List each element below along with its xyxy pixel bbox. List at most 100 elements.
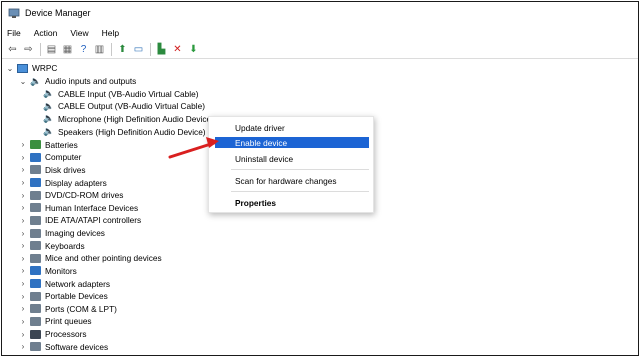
tree-item-label: CABLE Input (VB-Audio Virtual Cable) [58,88,199,99]
expand-chevron-icon[interactable]: › [19,216,27,225]
tree-item-label: Software devices [45,341,109,352]
enable-device-icon[interactable]: ▙ [155,43,168,56]
tree-item-label: Mice and other pointing devices [45,253,162,264]
menu-file[interactable]: File [7,28,21,38]
expand-chevron-icon[interactable]: › [19,317,27,326]
tree-item-label: WRPC [32,63,58,74]
update-driver-icon[interactable]: ⬆ [116,43,129,56]
tree-category[interactable]: › Batteries [19,139,78,152]
menu-bar: File Action View Help [2,25,638,40]
menu-properties[interactable]: Properties [215,197,369,208]
tree-root-wrpc[interactable]: ⌄ WRPC [6,62,58,75]
expand-chevron-icon[interactable]: › [19,279,27,288]
computer-icon [17,63,28,73]
tree-category[interactable]: › Processors [19,328,87,341]
expand-chevron-icon[interactable]: › [19,254,27,263]
tree-item-label: Network adapters [45,278,111,289]
tree-item-label: DVD/CD-ROM drives [45,190,124,201]
menu-enable-device[interactable]: Enable device [215,137,369,148]
forward-icon[interactable]: ⇨ [22,43,35,56]
tree-category[interactable]: › IDE ATA/ATAPI controllers [19,214,142,227]
tree-group-audio[interactable]: ⌄ 🔈 Audio inputs and outputs [19,75,137,88]
device-manager-icon [8,8,20,18]
ide-controller-icon [30,215,41,225]
tree-item-label: Keyboards [45,240,85,251]
speaker-icon: 🔈 [43,113,55,124]
back-icon[interactable]: ⇦ [6,43,19,56]
tree-category[interactable]: › Display adapters [19,176,107,189]
menu-uninstall-device[interactable]: Uninstall device [215,153,369,164]
menu-view[interactable]: View [70,28,88,38]
expand-chevron-icon[interactable]: › [19,191,27,200]
tree-category[interactable]: › Keyboards [19,239,85,252]
portable-device-icon [30,291,41,301]
menu-update-driver[interactable]: Update driver [215,122,369,133]
tree-item-audio[interactable]: 🔈 CABLE Input (VB-Audio Virtual Cable) [32,88,199,101]
collapse-chevron-icon[interactable]: ⌄ [19,77,27,86]
keyboard-icon [30,241,41,251]
context-menu: Update driver Enable device Uninstall de… [208,116,374,213]
device-manager-window: Device Manager File Action View Help ⇦ ⇨ ▤ ▦? ▥… [1,1,639,356]
tree-category[interactable]: › Print queues [19,315,92,328]
uninstall-device-icon[interactable]: ✕ [171,43,184,56]
menu-uninstall-device-label: Uninstall device [235,153,294,164]
speaker-icon: 🔈 [43,100,55,111]
download-driver-icon[interactable]: ⬇ [187,43,200,56]
tree-category[interactable]: › Ports (COM & LPT) [19,303,117,316]
collapse-chevron-icon[interactable]: ⌄ [6,64,14,73]
tree-category[interactable]: › Computer [19,151,82,164]
tree-category[interactable]: › Disk drives [19,164,86,177]
expand-chevron-icon[interactable]: › [19,153,27,162]
tree-item-label: Imaging devices [45,228,105,239]
scan-hardware-icon[interactable]: ▭ [132,43,145,56]
expand-chevron-icon[interactable]: › [19,266,27,275]
menu-action[interactable]: Action [34,28,58,38]
tree-category[interactable]: › Imaging devices [19,227,105,240]
speaker-icon: 🔈 [43,88,55,99]
tree-category[interactable]: › DVD/CD-ROM drives [19,189,124,202]
toolbar-separator [40,42,41,56]
tree-item-label: Disk drives [45,164,86,175]
tree-item-label: Monitors [45,265,77,276]
camera-icon [30,228,41,238]
properties-icon[interactable]: ▤ [45,43,58,56]
title-bar: Device Manager [2,2,638,24]
expand-chevron-icon[interactable]: › [19,292,27,301]
tree-item-label: Audio inputs and outputs [45,76,137,87]
menu-separator [231,169,369,170]
tree-item-label: Speakers (High Definition Audio Device) [58,126,206,137]
expand-chevron-icon[interactable]: › [19,165,27,174]
expand-chevron-icon[interactable]: › [19,178,27,187]
tree-category[interactable]: › Network adapters [19,277,110,290]
tree-category[interactable]: › Human Interface Devices [19,202,139,215]
menu-scan-hardware[interactable]: Scan for hardware changes [215,175,369,186]
tree-item-label: Ports (COM & LPT) [45,303,117,314]
tree-item-audio[interactable]: 🔈 CABLE Output (VB-Audio Virtual Cable) [32,100,205,113]
tree-item-label: Print queues [45,316,92,327]
expand-chevron-icon[interactable]: › [19,330,27,339]
tree-category[interactable]: › Portable Devices [19,290,108,303]
tree-category[interactable]: › Monitors [19,265,77,278]
tree-item-audio[interactable]: 🔈 Microphone (High Definition Audio Devic… [32,113,214,126]
expand-chevron-icon[interactable]: › [19,203,27,212]
action-pane-icon[interactable]: ▥ [93,43,106,56]
help-icon[interactable]: ? [77,43,90,56]
tree-category[interactable]: › Mice and other pointing devices [19,252,162,265]
console-tree-icon[interactable]: ▦ [61,43,74,56]
mouse-icon [30,253,41,263]
expand-chevron-icon[interactable]: › [19,304,27,313]
expand-chevron-icon[interactable]: › [19,229,27,238]
menu-update-driver-label: Update driver [235,122,285,133]
tree-item-audio[interactable]: 🔈 Speakers (High Definition Audio Device) [32,125,206,138]
processor-icon [30,329,41,339]
expand-chevron-icon[interactable]: › [19,140,27,149]
tree-category[interactable]: › Software devices [19,340,109,353]
menu-separator [231,191,369,192]
network-adapter-icon [30,279,41,289]
monitor-icon [30,266,41,276]
expand-chevron-icon[interactable]: › [19,241,27,250]
menu-help[interactable]: Help [102,28,119,38]
toolbar-separator [150,42,151,56]
expand-chevron-icon[interactable]: › [19,342,27,351]
software-device-icon [30,342,41,352]
